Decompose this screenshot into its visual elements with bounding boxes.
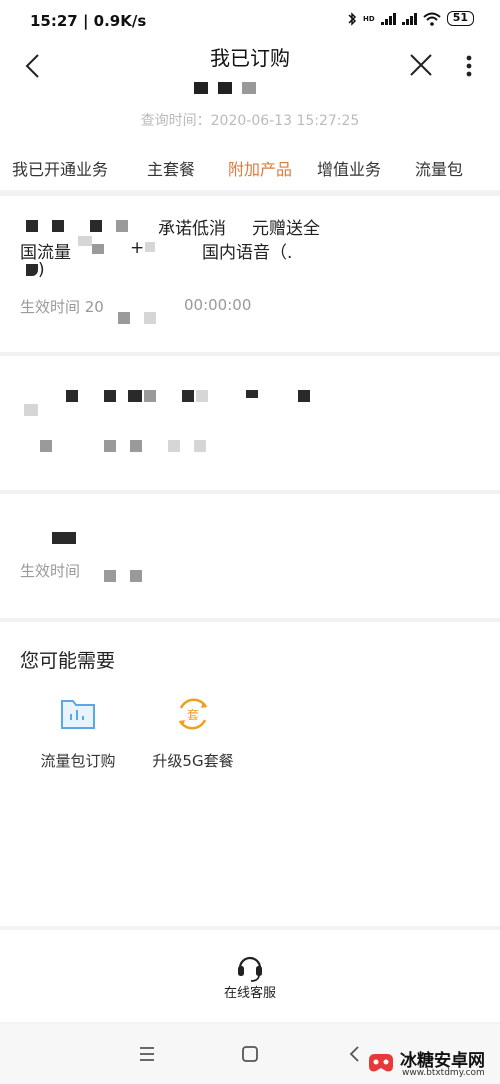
tab-value-added-services[interactable]: 增值业务	[317, 156, 381, 180]
signal-icon	[380, 12, 396, 25]
masked-text	[52, 532, 76, 544]
recommend-title: 您可能需要	[20, 650, 116, 672]
masked-text	[52, 220, 64, 232]
masked-text	[144, 312, 156, 324]
close-button[interactable]	[406, 50, 436, 80]
product-name-part: 国内语音（.	[202, 243, 293, 263]
masked-text	[26, 220, 38, 232]
masked-phone-number	[194, 82, 256, 94]
tab-subscribed-services[interactable]: 我已开通业务	[12, 156, 108, 180]
product-card[interactable]: 承诺低消 元赠送全 国流量 + 国内语音（. ) 生效时间 20 00:00:0…	[0, 196, 500, 352]
status-bar: 15:27 | 0.9K/s HD 51	[0, 0, 500, 40]
tab-main-plan[interactable]: 主套餐	[147, 156, 195, 180]
product-name-part: )	[38, 260, 45, 280]
tab-data-packages[interactable]: 流量包	[415, 156, 463, 180]
more-menu-button[interactable]	[459, 52, 479, 82]
masked-text	[90, 220, 102, 232]
headset-icon	[238, 956, 262, 982]
masked-text	[104, 390, 116, 402]
product-name-part: +	[130, 238, 145, 258]
tab-bar: 我已开通业务 主套餐 附加产品 增值业务 流量包	[0, 144, 500, 190]
masked-text	[196, 390, 208, 402]
product-name-part: 承诺低消	[158, 219, 226, 239]
data-package-icon	[61, 700, 95, 729]
masked-text	[194, 440, 206, 452]
masked-text	[78, 236, 92, 246]
recommend-section: 您可能需要 流量包订购 套 升级5G套餐	[0, 622, 500, 926]
hd-badge: HD	[363, 14, 375, 23]
effective-time-label: 生效时间 20	[20, 298, 104, 316]
header: 我已订购 查询时间：2020-06-13 15:27:25 我已开通业务 主套餐…	[0, 40, 500, 190]
recommend-item-label: 升级5G套餐	[152, 752, 234, 770]
product-name-part: 国流量	[20, 243, 71, 263]
signal-icon-2	[401, 12, 417, 25]
upgrade-5g-plan-button[interactable]: 套 升级5G套餐	[138, 694, 248, 771]
masked-text	[144, 390, 156, 402]
query-time: 查询时间：2020-06-13 15:27:25	[140, 113, 360, 129]
effective-time-label: 生效时间	[20, 562, 81, 580]
watermark-url: www.btxtdmy.com	[402, 1068, 485, 1078]
online-service-button[interactable]: 在线客服	[0, 930, 500, 1022]
effective-time-value: 00:00:00	[184, 296, 252, 314]
masked-text	[66, 390, 78, 402]
gamepad-logo-icon	[369, 1054, 393, 1072]
masked-text	[26, 264, 38, 276]
masked-text	[182, 390, 194, 402]
masked-text	[104, 440, 116, 452]
product-name-part: 元赠送全	[252, 219, 320, 239]
masked-text	[40, 440, 52, 452]
upgrade-plan-icon: 套	[178, 698, 208, 730]
upgrade-icon-text: 套	[187, 708, 199, 722]
masked-text	[116, 220, 128, 232]
status-icons: HD 51	[347, 11, 474, 26]
product-card[interactable]: 生效时间	[0, 494, 500, 618]
masked-text	[298, 390, 310, 402]
masked-text	[130, 570, 142, 582]
masked-text	[118, 312, 130, 324]
battery-icon: 51	[446, 11, 474, 26]
menu-nav-button[interactable]	[135, 1042, 159, 1066]
home-nav-button[interactable]	[238, 1042, 262, 1066]
tab-add-on-products[interactable]: 附加产品	[228, 156, 292, 180]
data-package-order-button[interactable]: 流量包订购	[23, 694, 133, 771]
masked-text	[24, 404, 38, 416]
wifi-icon	[423, 12, 441, 26]
masked-text	[145, 242, 155, 252]
masked-text	[130, 440, 142, 452]
masked-text	[246, 390, 258, 398]
online-service-label: 在线客服	[223, 986, 276, 1001]
masked-text	[104, 570, 116, 582]
masked-text	[168, 440, 180, 452]
masked-text	[128, 390, 142, 402]
watermark: 冰糖安卓网 www.btxtdmy.com	[352, 1044, 500, 1084]
masked-text	[92, 244, 104, 254]
bluetooth-icon	[348, 11, 357, 26]
product-card[interactable]	[0, 356, 500, 490]
recommend-item-label: 流量包订购	[40, 752, 116, 770]
status-time: 15:27 | 0.9K/s	[30, 12, 147, 30]
